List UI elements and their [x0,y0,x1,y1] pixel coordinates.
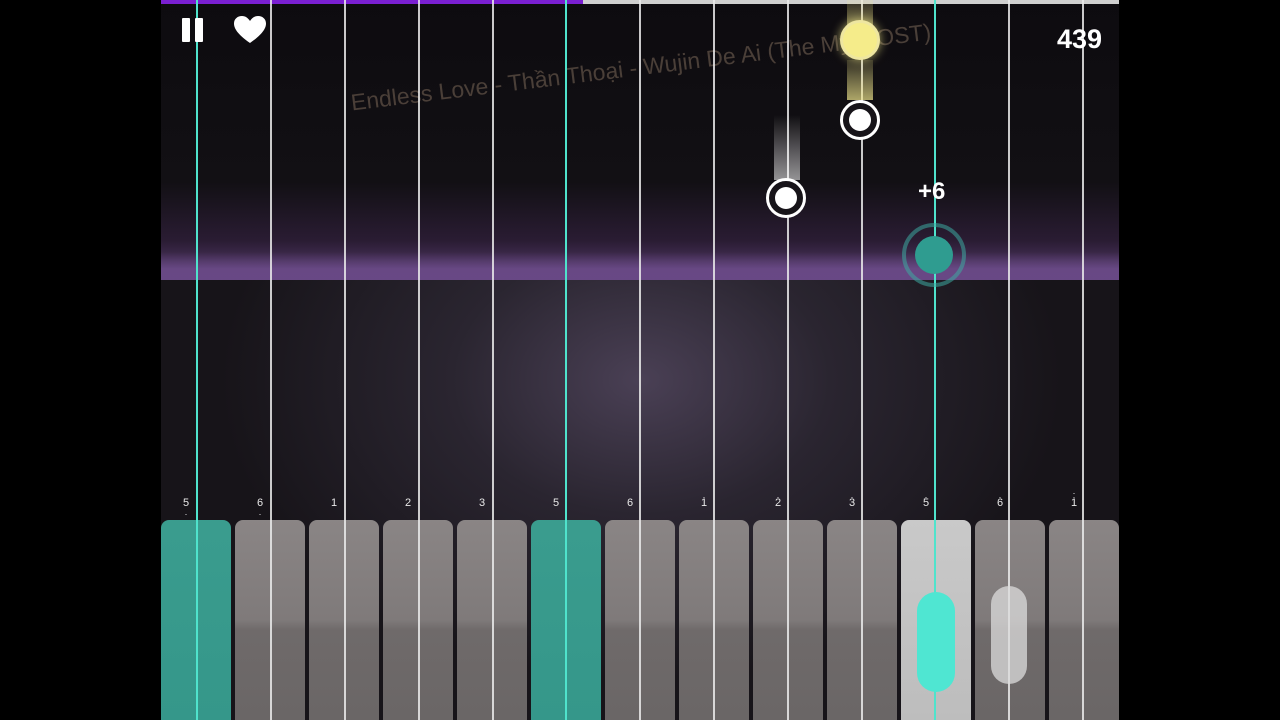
note-tile[interactable] [840,100,880,140]
key-label: .5 [922,490,930,509]
key-label: .1 [700,490,708,509]
key-label: 2 [404,497,412,509]
lane-string [418,0,420,720]
key-label: 5 [552,497,560,509]
game-stage: Endless Love - Thần Thoại - Wujin De Ai … [161,0,1119,720]
hold-note-active[interactable] [917,592,955,692]
key-label: .2 [774,490,782,509]
note-trail [774,115,800,180]
key-label: 3 [478,497,486,509]
heart-icon[interactable] [233,15,267,50]
lane-string [639,0,641,720]
key-label: .6 [996,490,1004,509]
note-tile[interactable] [766,178,806,218]
lane-string [787,0,789,720]
bonus-text: +6 [918,178,946,205]
lane-string [344,0,346,720]
note-tile[interactable] [840,20,880,60]
lane-string [270,0,272,720]
key-label: 6. [256,497,264,517]
lane-string [565,0,567,720]
pause-icon[interactable] [179,16,207,49]
key-label: 1 [330,497,338,509]
hit-ring [902,223,966,287]
piano-key-13[interactable] [1049,520,1119,720]
lane-string [713,0,715,720]
key-label: .3 [848,490,856,509]
song-progress-fill [161,0,583,4]
key-label: 6 [626,497,634,509]
score-counter: 439 [1056,24,1102,54]
lane-string [1082,0,1084,720]
hold-note[interactable] [991,586,1027,684]
lane-string [492,0,494,720]
key-label: 5. [182,497,190,517]
note-trail [847,60,873,100]
lane-string [196,0,198,720]
key-label: :1 [1070,490,1078,509]
